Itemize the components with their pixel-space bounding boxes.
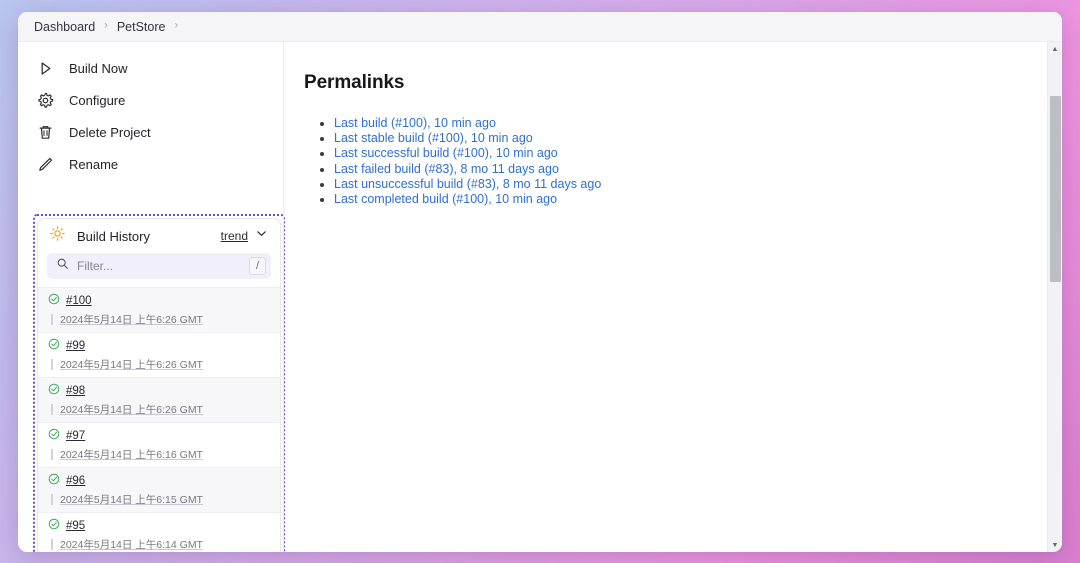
trend-link[interactable]: trend	[221, 229, 248, 243]
permalink-list-item: Last stable build (#100), 10 min ago	[334, 131, 1062, 146]
build-timeline-tick	[51, 449, 53, 460]
chevron-right-icon: ›	[174, 19, 179, 32]
build-number-link[interactable]: #99	[66, 340, 85, 352]
menu-item-configure[interactable]: Configure	[18, 84, 266, 116]
build-row[interactable]: #100 2024年5月14日 上午6:26 GMT	[38, 287, 280, 332]
build-row[interactable]: #95 2024年5月14日 上午6:14 GMT	[38, 512, 280, 552]
permalink-link[interactable]: Last successful build (#100), 10 min ago	[334, 146, 558, 160]
build-date-link[interactable]: 2024年5月14日 上午6:14 GMT	[60, 537, 203, 552]
build-number-link[interactable]: #97	[66, 430, 85, 442]
permalink-link[interactable]: Last failed build (#83), 8 mo 11 days ag…	[334, 162, 559, 176]
page-title: Permalinks	[304, 72, 405, 93]
build-status-success-icon	[48, 472, 60, 490]
main-content: Permalinks Last build (#100), 10 min ago…	[266, 42, 1062, 552]
trash-icon	[36, 123, 55, 142]
build-number-link[interactable]: #96	[66, 475, 85, 487]
build-status-success-icon	[48, 382, 60, 400]
browser-window: Dashboard › PetStore › Build Now Configu…	[18, 12, 1062, 552]
vertical-scrollbar[interactable]: ▲ ▼	[1047, 42, 1062, 552]
breadcrumb-item-dashboard[interactable]: Dashboard	[34, 20, 95, 34]
play-icon	[36, 59, 55, 78]
build-filter-row: /	[38, 253, 280, 287]
build-filter-box[interactable]: /	[47, 253, 271, 279]
menu-item-label: Rename	[69, 156, 119, 172]
build-history-panel: Build History trend Filter... / #100 202…	[37, 218, 281, 552]
scrollbar-thumb[interactable]	[1050, 96, 1061, 282]
permalinks-list: Last build (#100), 10 min agoLast stable…	[304, 116, 1062, 207]
build-date-link[interactable]: 2024年5月14日 上午6:15 GMT	[60, 492, 203, 507]
build-row[interactable]: #96 2024年5月14日 上午6:15 GMT	[38, 467, 280, 512]
menu-item-rename[interactable]: Rename	[18, 148, 266, 180]
build-timeline-tick	[51, 494, 53, 505]
permalink-link[interactable]: Last stable build (#100), 10 min ago	[334, 131, 533, 145]
build-list: #100 2024年5月14日 上午6:26 GMT #99 2024年5月14日 上…	[38, 287, 280, 552]
build-number-link[interactable]: #95	[66, 520, 85, 532]
permalink-list-item: Last successful build (#100), 10 min ago	[334, 146, 1062, 161]
build-status-success-icon	[48, 337, 60, 355]
permalink-list-item: Last build (#100), 10 min ago	[334, 116, 1062, 131]
breadcrumb: Dashboard › PetStore ›	[18, 12, 1062, 42]
build-row[interactable]: #98 2024年5月14日 上午6:26 GMT	[38, 377, 280, 422]
permalink-link[interactable]: Last completed build (#100), 10 min ago	[334, 192, 557, 206]
pencil-icon	[36, 155, 55, 174]
build-number-link[interactable]: #98	[66, 385, 85, 397]
menu-item-build-now[interactable]: Build Now	[18, 52, 266, 84]
build-number-link[interactable]: #100	[66, 295, 92, 307]
build-date-link[interactable]: 2024年5月14日 上午6:26 GMT	[60, 402, 203, 417]
build-history-title: Build History	[77, 228, 150, 244]
menu-item-delete-project[interactable]: Delete Project	[18, 116, 266, 148]
permalink-list-item: Last failed build (#83), 8 mo 11 days ag…	[334, 162, 1062, 177]
permalink-link[interactable]: Last unsuccessful build (#83), 8 mo 11 d…	[334, 177, 601, 191]
build-filter-input[interactable]	[77, 259, 241, 273]
scroll-down-arrow-icon[interactable]: ▼	[1048, 538, 1062, 552]
window-body: Build Now Configure Delete Project Renam…	[18, 42, 1062, 552]
gear-icon	[36, 91, 55, 110]
build-status-success-icon	[48, 517, 60, 535]
chevron-right-icon: ›	[104, 19, 108, 32]
permalink-link[interactable]: Last build (#100), 10 min ago	[334, 116, 496, 130]
permalink-list-item: Last completed build (#100), 10 min ago	[334, 192, 1062, 207]
permalink-list-item: Last unsuccessful build (#83), 8 mo 11 d…	[334, 177, 1062, 192]
build-history-highlight: Build History trend Filter... / #100 202…	[33, 214, 285, 552]
build-date-link[interactable]: 2024年5月14日 上午6:26 GMT	[60, 312, 203, 327]
build-row[interactable]: #97 2024年5月14日 上午6:16 GMT	[38, 422, 280, 467]
search-icon	[56, 257, 69, 275]
build-timeline-tick	[51, 314, 53, 325]
build-row[interactable]: #99 2024年5月14日 上午6:26 GMT	[38, 332, 280, 377]
sidebar: Build Now Configure Delete Project Renam…	[18, 42, 285, 552]
breadcrumb-item-petstore[interactable]: PetStore	[117, 20, 166, 34]
menu-item-label: Configure	[69, 92, 126, 108]
build-timeline-tick	[51, 359, 53, 370]
build-timeline-tick	[51, 404, 53, 415]
menu-item-label: Delete Project	[69, 124, 151, 140]
build-status-success-icon	[48, 427, 60, 445]
weather-sun-icon	[49, 225, 66, 247]
scroll-up-arrow-icon[interactable]: ▲	[1048, 42, 1062, 56]
build-timeline-tick	[51, 539, 53, 550]
menu-item-label: Build Now	[69, 60, 128, 76]
filter-shortcut-badge: /	[249, 257, 266, 275]
build-history-header: Build History trend	[38, 219, 280, 253]
build-date-link[interactable]: 2024年5月14日 上午6:16 GMT	[60, 447, 203, 462]
build-date-link[interactable]: 2024年5月14日 上午6:26 GMT	[60, 357, 203, 372]
build-status-success-icon	[48, 292, 60, 310]
